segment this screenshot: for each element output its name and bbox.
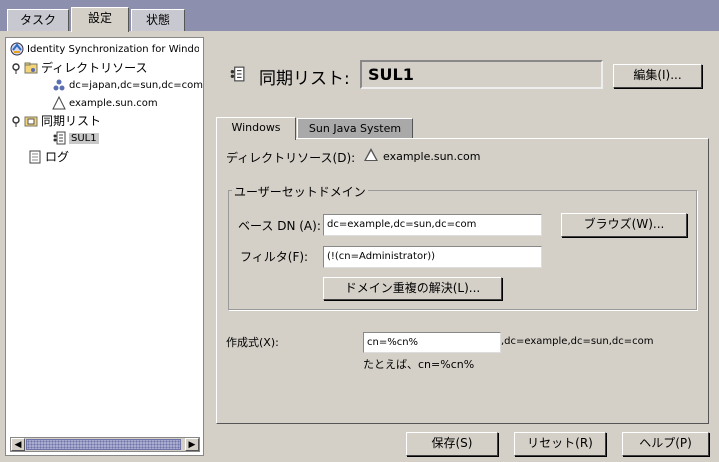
tree-root-label: Identity Synchronization for Windows [27, 43, 199, 55]
base-dn-input[interactable]: dc=example,dc=sun,dc=com [323, 214, 542, 236]
folder-icon [24, 61, 38, 75]
tree-sync-lists[interactable]: 同期リスト [12, 112, 101, 129]
tree-log[interactable]: ログ [28, 148, 69, 165]
save-button[interactable]: 保存(S) [406, 432, 498, 456]
active-directory-icon [52, 95, 66, 110]
user-set-domain-title: ユーザーセットドメイン [232, 183, 368, 200]
navigation-tree: Identity Synchronization for Windows ディレ… [5, 37, 204, 456]
filter-input[interactable]: (!(cn=Administrator)) [323, 246, 542, 268]
sync-list-icon [229, 66, 245, 82]
base-dn-label: ベース DN (A): [238, 219, 321, 233]
directory-source-value: example.sun.com [383, 150, 481, 163]
sync-list-folder-icon [24, 114, 38, 128]
edit-button[interactable]: 編集(I)... [613, 64, 702, 88]
reset-button[interactable]: リセット(R) [514, 432, 606, 456]
scroll-left-icon[interactable]: ◀ [11, 438, 25, 451]
tree-log-label: ログ [45, 150, 70, 164]
tree-source-example[interactable]: example.sun.com [52, 95, 158, 110]
expand-handle-icon[interactable] [12, 114, 21, 128]
creation-expression-suffix: ,dc=example,dc=sun,dc=com [501, 336, 654, 347]
directory-server-icon [52, 78, 66, 92]
active-directory-icon [364, 148, 378, 161]
filter-label: フィルタ(F): [240, 250, 309, 264]
tree-source-example-label: example.sun.com [69, 97, 158, 109]
sync-list-name-field: SUL1 [360, 60, 603, 89]
browse-button[interactable]: ブラウズ(W)... [561, 213, 687, 237]
creation-expression-input[interactable]: cn=%cn% [363, 332, 501, 353]
log-icon [28, 150, 42, 164]
directory-source-label: ディレクトリソース(D): [226, 151, 356, 165]
tab-windows[interactable]: Windows [216, 117, 296, 140]
scrollbar-thumb[interactable] [26, 439, 181, 450]
tree-sync-lists-label: 同期リスト [41, 114, 102, 128]
sync-list-icon [52, 131, 66, 145]
resolve-domain-overlap-button[interactable]: ドメイン重複の解決(L)... [323, 277, 502, 300]
expand-handle-icon[interactable] [12, 61, 21, 75]
tree-sul1-label: SUL1 [69, 132, 99, 144]
sync-app-icon [10, 42, 24, 56]
tree-directory-sources-label: ディレクトリソース [41, 61, 148, 75]
tab-settings[interactable]: 設定 [71, 7, 129, 32]
creation-expression-hint: たとえば、cn=%cn% [363, 358, 475, 371]
creation-expression-label: 作成式(X): [226, 336, 279, 349]
tab-sun-java-system[interactable]: Sun Java System [297, 118, 413, 139]
tree-horizontal-scrollbar[interactable]: ◀ ▶ [10, 437, 200, 452]
tree-sul1[interactable]: SUL1 [52, 131, 99, 145]
help-button[interactable]: ヘルプ(P) [622, 432, 709, 456]
scroll-right-icon[interactable]: ▶ [185, 438, 199, 451]
tree-source-japan[interactable]: dc=japan,dc=sun,dc=com [52, 78, 203, 92]
tree-directory-sources[interactable]: ディレクトリソース [12, 59, 148, 76]
tree-source-japan-label: dc=japan,dc=sun,dc=com [69, 79, 203, 91]
tab-tasks[interactable]: タスク [7, 9, 69, 31]
page-title-label: 同期リスト: [259, 69, 350, 89]
tab-status[interactable]: 状態 [131, 9, 185, 31]
tree-root[interactable]: Identity Synchronization for Windows [10, 42, 199, 56]
